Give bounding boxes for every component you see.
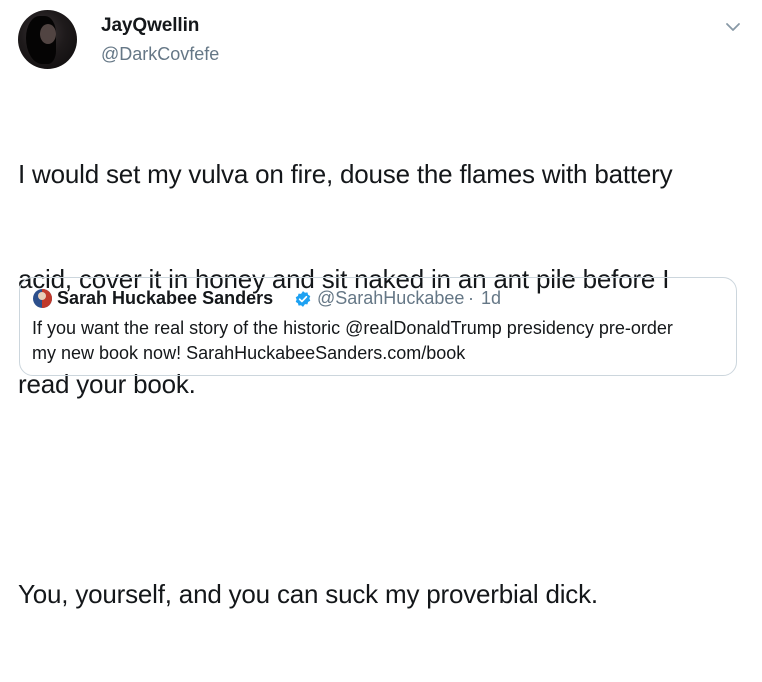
chevron-down-icon[interactable] — [724, 20, 742, 34]
tweet-body: I would set my vulva on fire, douse the … — [18, 87, 748, 682]
quoted-text-line: my new book now! SarahHuckabeeSanders.co… — [32, 343, 466, 363]
avatar-head — [38, 292, 46, 300]
avatar-face — [40, 24, 56, 44]
quoted-text-line: If you want the real story of the histor… — [32, 318, 673, 338]
tweet: JayQwellin @DarkCovfefe I would set my v… — [0, 0, 762, 609]
author-handle[interactable]: @DarkCovfefe — [101, 44, 219, 65]
separator-dot: · — [468, 288, 474, 308]
author-avatar[interactable] — [18, 10, 77, 69]
quoted-author-avatar[interactable] — [33, 289, 52, 308]
tweet-body-line: You, yourself, and you can suck my prove… — [18, 579, 598, 609]
tweet-body-line: I would set my vulva on fire, douse the … — [18, 159, 673, 189]
author-display-name[interactable]: JayQwellin — [101, 15, 199, 37]
verified-badge-icon — [294, 290, 312, 308]
quoted-author-handle[interactable]: @SarahHuckabee — [317, 288, 464, 309]
quoted-tweet-text: If you want the real story of the histor… — [32, 316, 732, 366]
quoted-tweet[interactable]: Sarah Huckabee Sanders @SarahHuckabee · … — [19, 277, 737, 376]
quoted-author-display-name[interactable]: Sarah Huckabee Sanders — [57, 288, 273, 309]
quoted-timestamp[interactable]: 1d — [481, 288, 501, 309]
